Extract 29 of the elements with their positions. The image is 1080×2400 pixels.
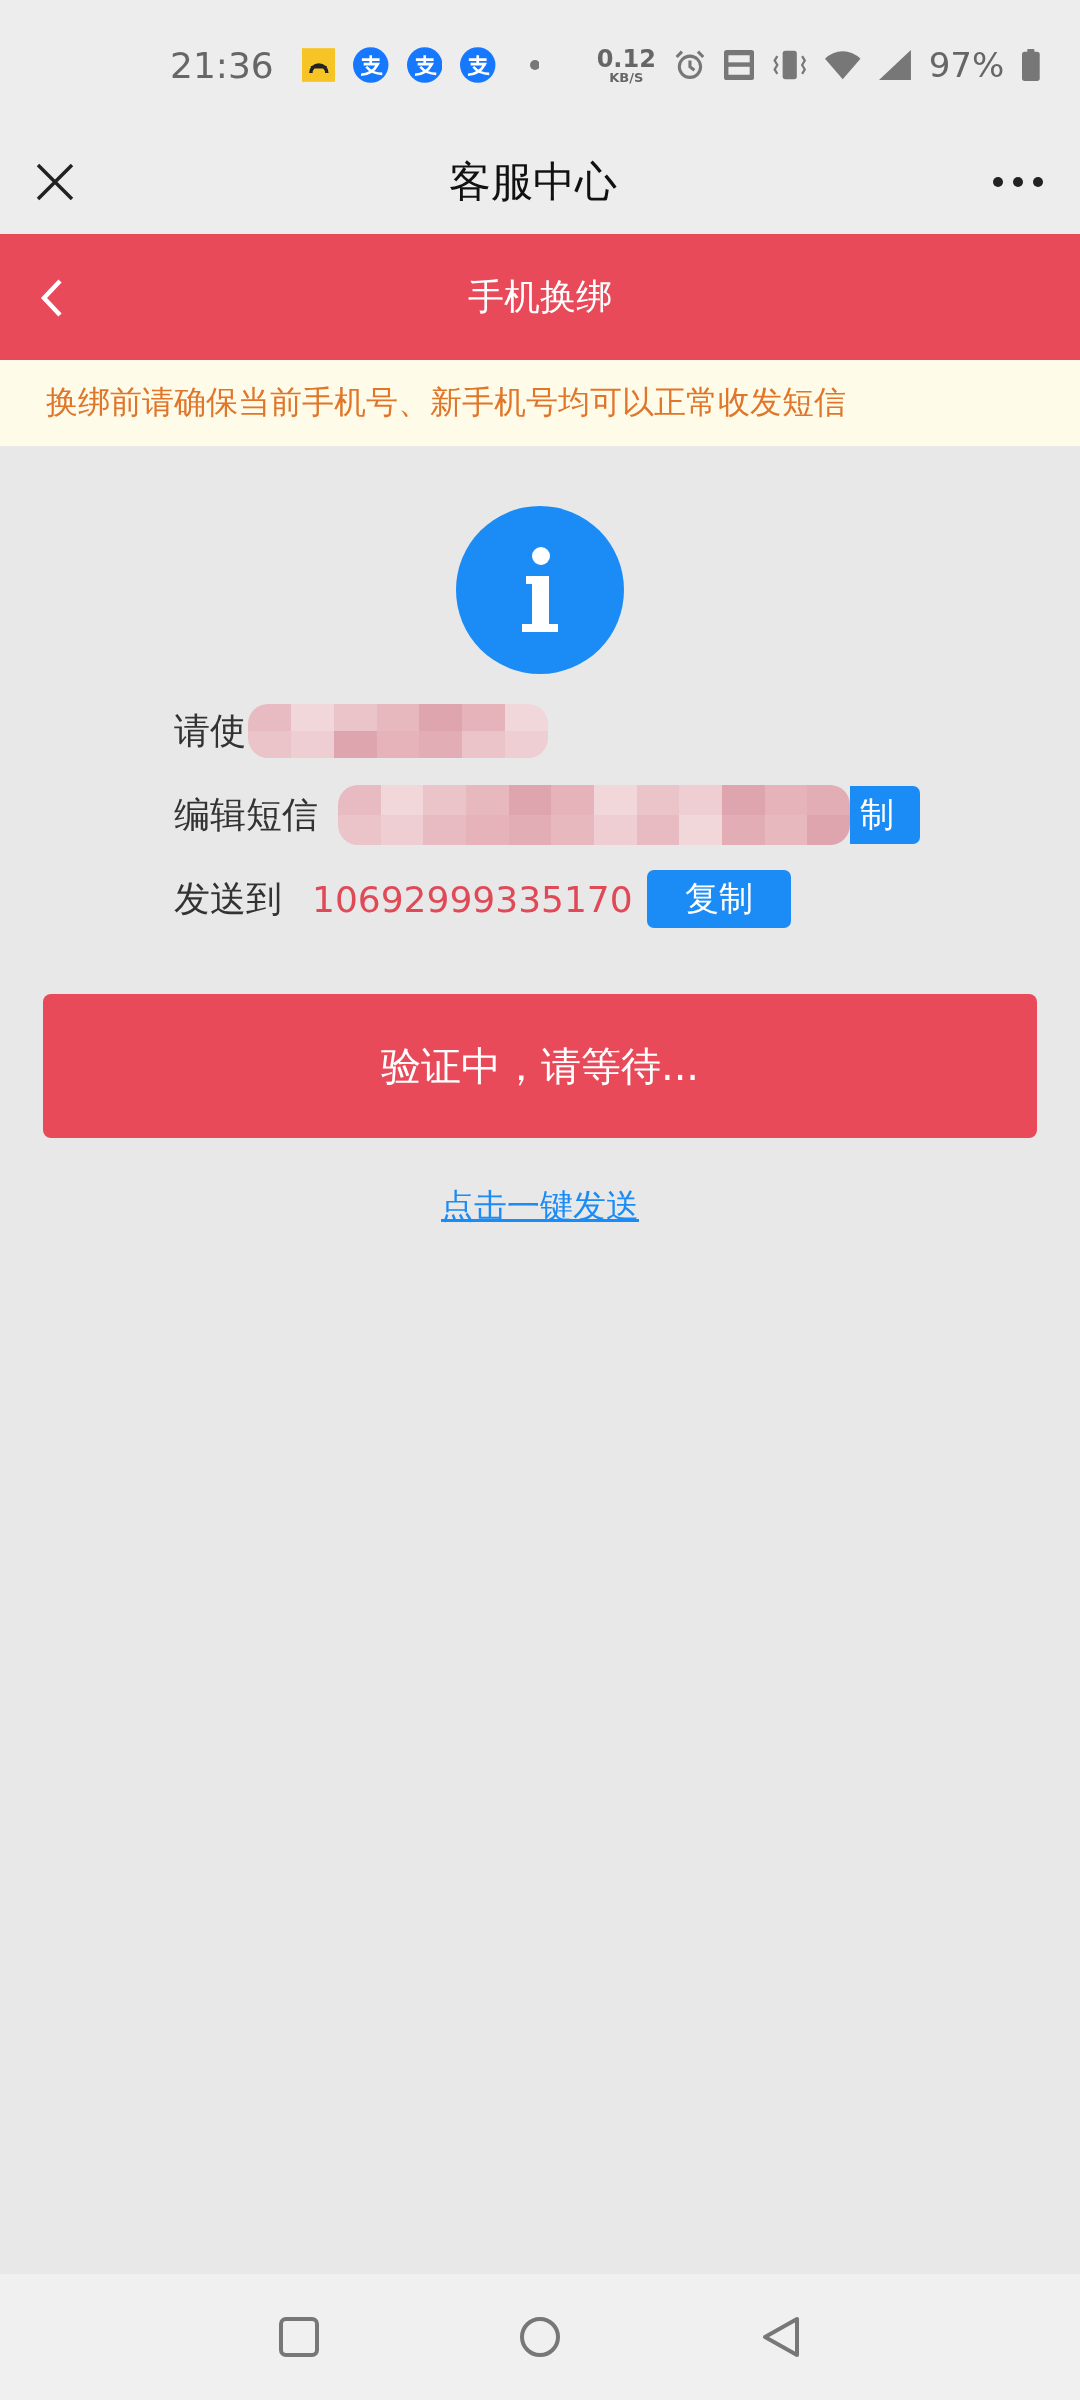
recent-apps-icon[interactable] [279, 2317, 319, 2357]
battery-icon [1022, 47, 1040, 83]
network-speed-unit: KB/S [609, 70, 644, 84]
info-icon [456, 506, 624, 674]
copy-button[interactable]: 复制 [646, 870, 791, 928]
back-icon[interactable] [40, 278, 64, 318]
battery-percent: 97% [928, 45, 1005, 85]
signal-icon [878, 48, 911, 82]
payment-notification-icon [353, 45, 389, 85]
row-label: 请使 [174, 708, 246, 753]
app-notification-icon [301, 46, 336, 84]
payment-notification-icon [406, 45, 443, 85]
sms-number: 10692999335170 [312, 878, 633, 920]
back-icon[interactable] [761, 2316, 801, 2358]
row-label: 编辑短信 [174, 792, 318, 837]
network-speed: 0.12 [596, 46, 656, 71]
copy-button[interactable]: 制 [850, 786, 920, 844]
wifi-icon [825, 49, 861, 81]
page-title: 客服中心 [449, 156, 617, 208]
section-title: 手机换绑 [468, 274, 612, 319]
payment-notification-icon [460, 45, 496, 85]
row-label: 发送到 [174, 876, 282, 921]
one-tap-send-link[interactable]: 点击一键发送 [441, 1184, 639, 1229]
close-icon[interactable] [36, 163, 74, 201]
more-icon[interactable] [992, 176, 1044, 188]
home-icon[interactable] [519, 2316, 561, 2358]
clock-time: 21:36 [170, 44, 274, 86]
notice-text: 换绑前请确保当前手机号、新手机号均可以正常收发短信 [46, 382, 846, 423]
verifying-button[interactable]: 验证中，请等待... [43, 994, 1037, 1138]
